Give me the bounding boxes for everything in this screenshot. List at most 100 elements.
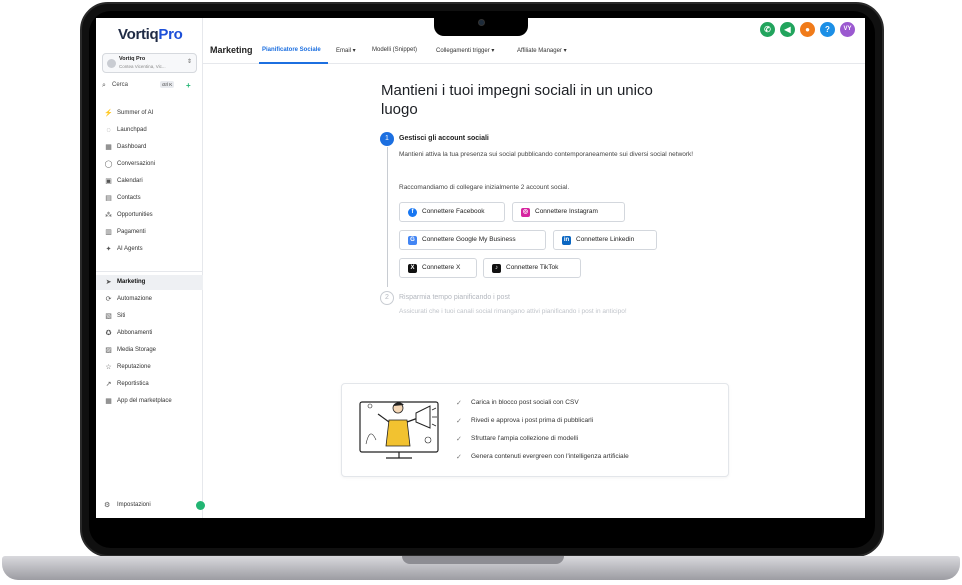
active-tab-indicator [259, 62, 328, 64]
sidebar-item-ai-agents[interactable]: ✦ AI Agents [96, 242, 203, 257]
connect-tiktok-button[interactable]: ♪ Connettere TikTok [483, 258, 581, 278]
features-card: ✓ Carica in blocco post sociali con CSV ✓… [341, 383, 729, 477]
sidebar-item-reportistica[interactable]: ↗ Reportistica [96, 377, 203, 392]
sidebar-item-label: Reportistica [117, 380, 149, 387]
sidebar-item-siti[interactable]: ▧ Siti [96, 309, 203, 324]
search-icon: ⌕ [102, 82, 106, 89]
check-icon: ✓ [456, 400, 462, 407]
bell-icon[interactable]: ● [800, 22, 815, 37]
star-icon: ☆ [105, 364, 112, 371]
sidebar-item-contacts[interactable]: ▤ Contacts [96, 191, 203, 206]
sidebar-item-label: Automazione [117, 295, 153, 302]
tab-social-planner[interactable]: Pianificatore Sociale [262, 47, 321, 53]
facebook-icon: f [408, 208, 417, 217]
payments-icon: ▥ [105, 229, 112, 236]
sidebar-item-pagamenti[interactable]: ▥ Pagamenti [96, 225, 203, 240]
page-title: Marketing [210, 45, 253, 55]
sidebar-item-opportunities[interactable]: ⁂ Opportunities [96, 208, 203, 223]
sidebar-item-launchpad[interactable]: ◌ Launchpad [96, 123, 203, 138]
tiktok-icon: ♪ [492, 264, 501, 273]
check-icon: ✓ [456, 454, 462, 461]
sidebar-item-reputazione[interactable]: ☆ Reputazione [96, 360, 203, 375]
sidebar-item-marketing[interactable]: ➤ Marketing [96, 275, 203, 290]
contacts-icon: ▤ [105, 195, 112, 202]
sidebar-item-label: Media Storage [117, 346, 157, 353]
step-2-description: Assicurati che i tuoi canali social rima… [399, 308, 627, 315]
connect-facebook-button[interactable]: f Connettere Facebook [399, 202, 505, 222]
image-icon: ▨ [105, 347, 112, 354]
top-navigation: Marketing Pianificatore Sociale Email ▾ … [203, 38, 865, 64]
laptop-frame: VortiqPro Vortiq Pro Contea Vicentina, V… [0, 0, 962, 585]
sidebar-item-label: Contacts [117, 194, 141, 201]
sidebar-item-label: Reputazione [117, 363, 151, 370]
help-icon[interactable]: ? [820, 22, 835, 37]
google-business-icon: G [408, 236, 417, 245]
sidebar-item-media-storage[interactable]: ▨ Media Storage [96, 343, 203, 358]
sidebar-item-settings[interactable]: ⚙ Impostazioni [96, 498, 205, 513]
step-2-title: Risparmia tempo pianificando i post [399, 294, 510, 301]
main-content: Mantieni i tuoi impegni sociali in un un… [203, 65, 865, 518]
automation-icon: ⟳ [105, 296, 112, 303]
account-name: Vortiq Pro [119, 56, 146, 62]
step-connector [387, 147, 388, 287]
sidebar-item-label: Conversazioni [117, 160, 156, 167]
sidebar-item-label: Abbonamenti [117, 329, 153, 336]
avatar[interactable]: VY [840, 22, 855, 37]
rocket-icon: ◌ [106, 127, 111, 134]
tab-trigger-links[interactable]: Collegamenti trigger ▾ [436, 47, 494, 54]
sidebar-item-automazione[interactable]: ⟳ Automazione [96, 292, 203, 307]
step-1-indicator: 1 [380, 132, 394, 146]
sidebar-item-label: Siti [117, 312, 126, 319]
opportunities-icon: ⁂ [105, 212, 112, 219]
step-2-indicator: 2 [380, 291, 394, 305]
instagram-icon: ◎ [521, 208, 530, 217]
app-screen: VortiqPro Vortiq Pro Contea Vicentina, V… [96, 18, 865, 518]
sidebar-item-label: App del marketplace [117, 397, 172, 404]
sites-icon: ▧ [105, 313, 112, 320]
sidebar-item-label: Dashboard [117, 143, 147, 150]
sidebar-item-summer-of-ai[interactable]: ⚡ Summer of AI [96, 106, 203, 121]
account-switcher[interactable]: Vortiq Pro Contea Vicentina, Vic... ⇕ [102, 53, 197, 73]
apps-icon: ▦ [105, 398, 112, 405]
sidebar-item-label: AI Agents [117, 245, 143, 252]
x-icon: X [408, 264, 417, 273]
sidebar-item-abbonamenti[interactable]: ✪ Abbonamenti [96, 326, 203, 341]
sidebar: VortiqPro Vortiq Pro Contea Vicentina, V… [96, 18, 205, 518]
quick-add-icon[interactable]: + [186, 81, 191, 90]
account-subtitle: Contea Vicentina, Vic... [119, 64, 166, 69]
connect-instagram-button[interactable]: ◎ Connettere Instagram [512, 202, 625, 222]
calendar-icon: ▣ [105, 178, 112, 185]
tab-email[interactable]: Email ▾ [336, 47, 356, 54]
sidebar-item-label: Summer of AI [117, 109, 154, 116]
tab-affiliate-manager[interactable]: Affiliate Manager ▾ [517, 47, 567, 54]
sidebar-item-label: Marketing [117, 278, 146, 285]
page-heading: Mantieni i tuoi impegni sociali in un un… [381, 82, 653, 118]
brand-logo[interactable]: VortiqPro [118, 26, 183, 43]
phone-icon[interactable]: ✆ [760, 22, 775, 37]
camera-icon [478, 19, 485, 26]
sidebar-item-calendari[interactable]: ▣ Calendari [96, 174, 203, 189]
check-icon: ✓ [456, 418, 462, 425]
shortcut-badge: ctrl K [160, 81, 175, 88]
tab-snippets[interactable]: Modelli (Snippet) [372, 47, 417, 53]
search-input[interactable]: ⌕ Cerca ctrl K + [102, 81, 197, 93]
step-1-description: Mantieni attiva la tua presenza sui soci… [399, 151, 694, 158]
location-icon [107, 59, 116, 68]
connect-linkedin-button[interactable]: in Connettere Linkedin [553, 230, 657, 250]
sparkle-icon: ✦ [105, 246, 112, 253]
megaphone-icon[interactable]: ◀ [780, 22, 795, 37]
laptop-base [2, 556, 960, 580]
connect-x-button[interactable]: X Connettere X [399, 258, 477, 278]
sidebar-item-label: Opportunities [117, 211, 153, 218]
step-1-recommendation: Raccomandiamo di collegare inizialmente … [399, 184, 570, 191]
sidebar-item-dashboard[interactable]: ▦ Dashboard [96, 140, 203, 155]
sidebar-item-conversazioni[interactable]: ◯ Conversazioni [96, 157, 203, 172]
chevron-updown-icon: ⇕ [186, 59, 192, 65]
connect-google-business-button[interactable]: G Connettere Google My Business [399, 230, 546, 250]
camera-notch [434, 14, 528, 36]
grid-icon: ▦ [105, 144, 112, 151]
sidebar-divider [96, 271, 203, 272]
gear-icon: ⚙ [104, 502, 111, 509]
sidebar-item-app-del-marketplace[interactable]: ▦ App del marketplace [96, 394, 203, 409]
sidebar-item-label: Calendari [117, 177, 143, 184]
